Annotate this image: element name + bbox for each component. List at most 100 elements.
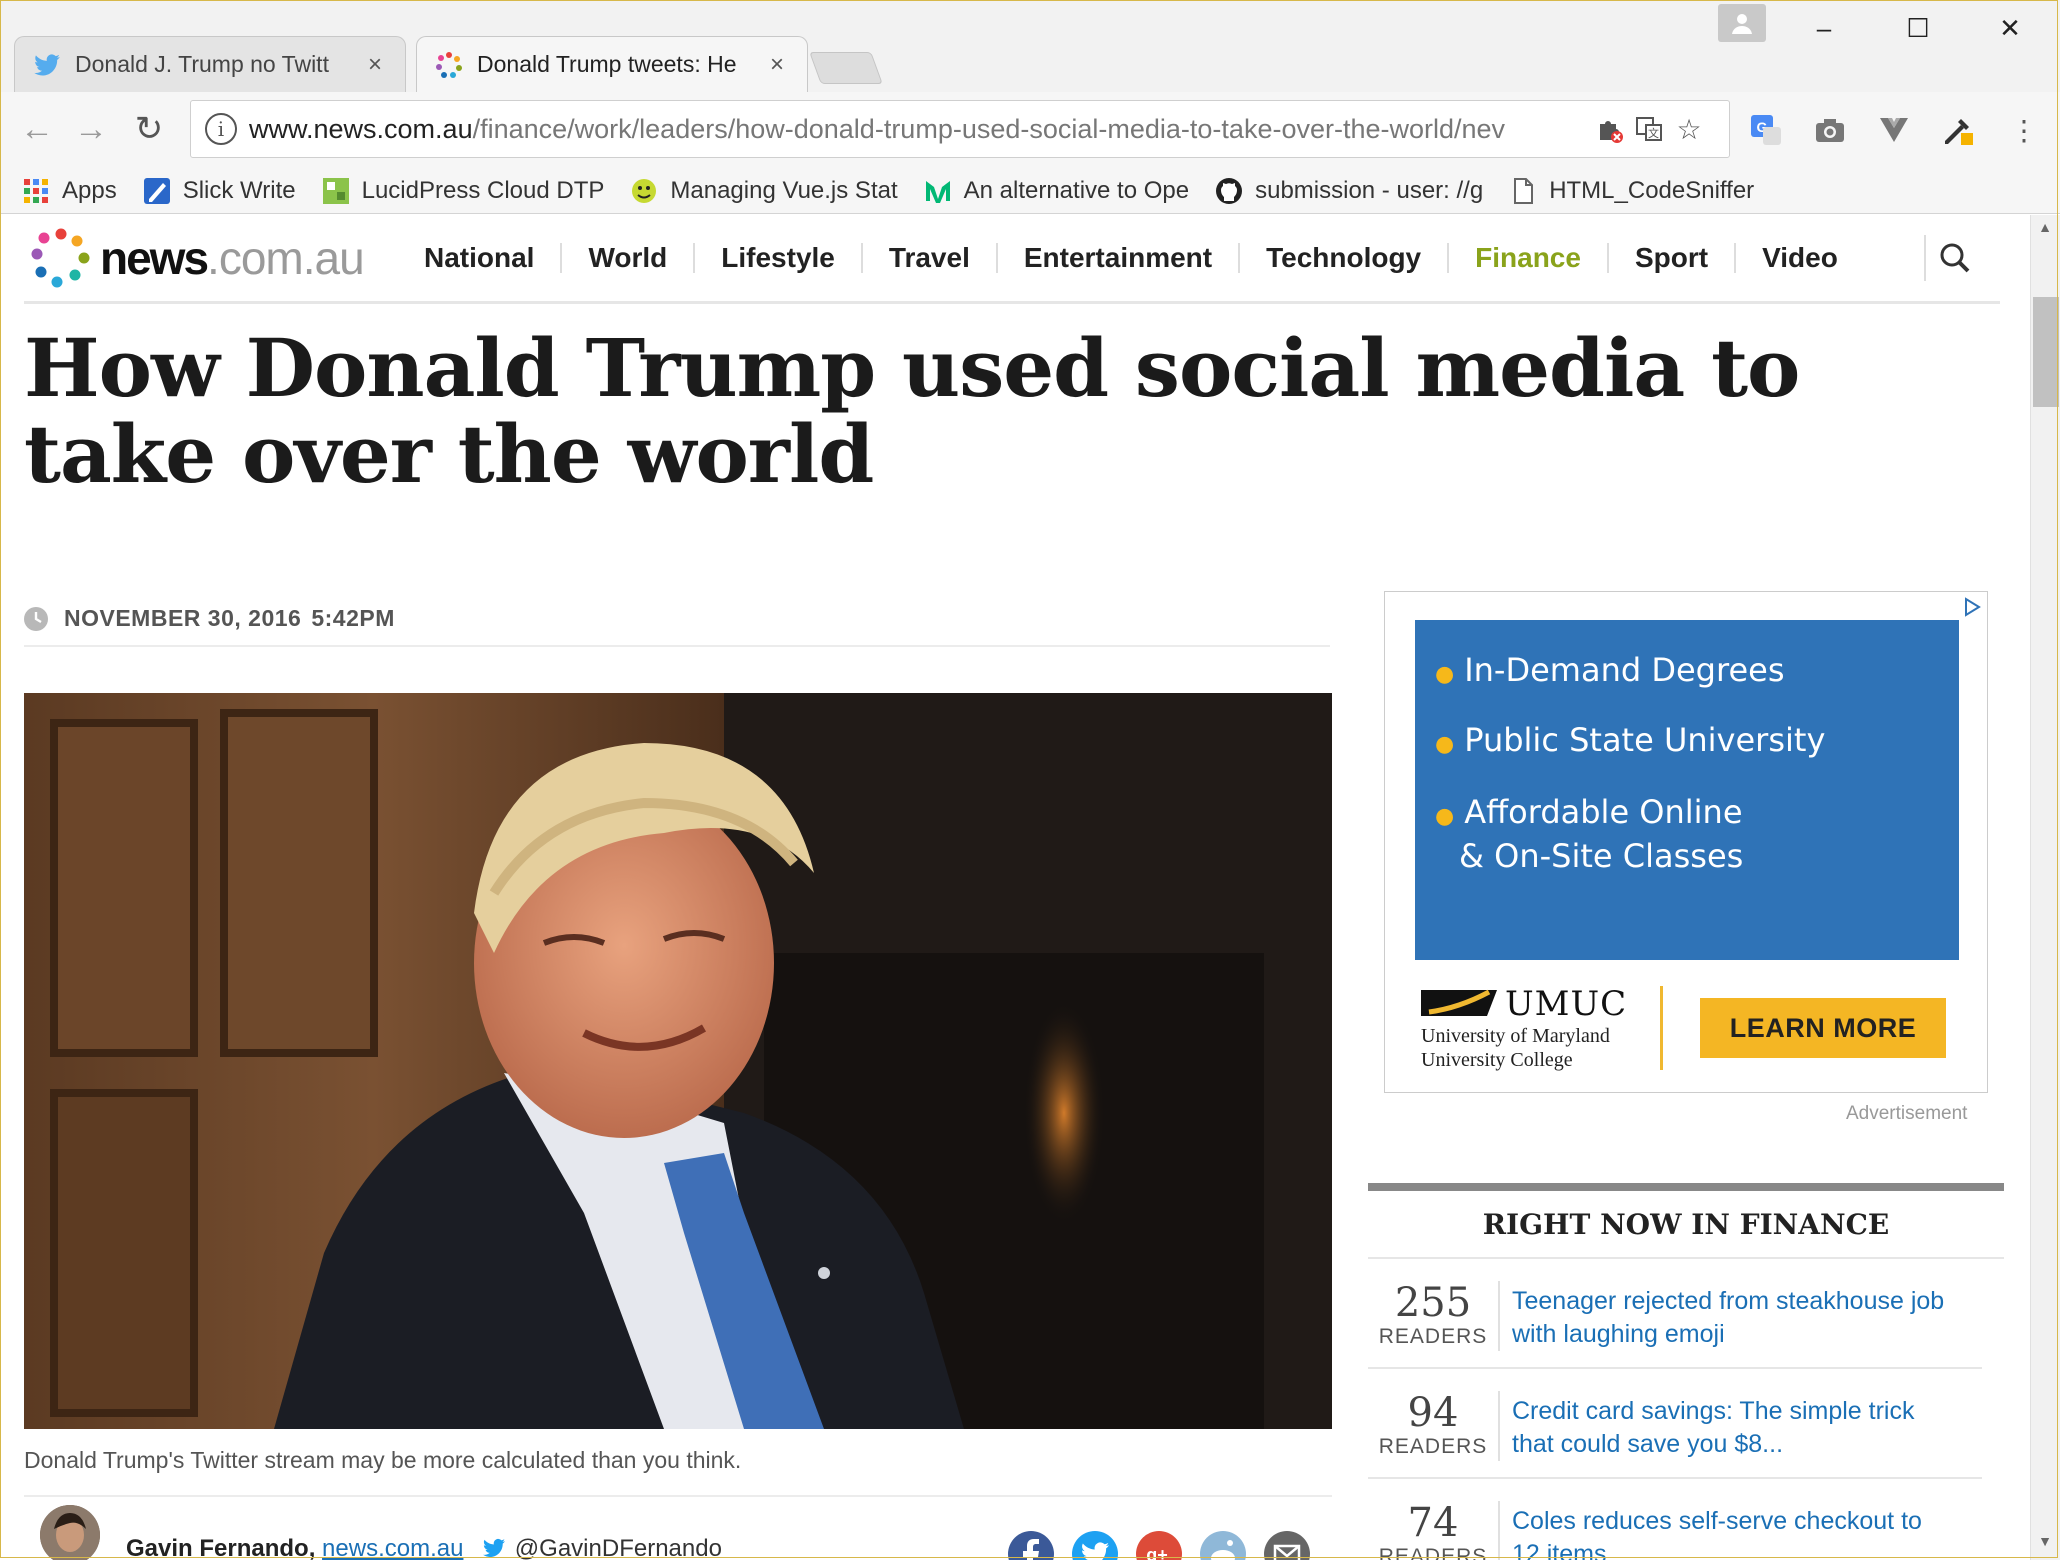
advertisement[interactable]: ● In-Demand Degrees ● Public State Univers… bbox=[1384, 591, 1988, 1093]
nav-entertainment[interactable]: Entertainment bbox=[998, 243, 1241, 273]
apps-grid-icon bbox=[24, 178, 48, 203]
bookmark-apps[interactable]: Apps bbox=[22, 177, 117, 205]
ad-panel: ● In-Demand Degrees ● Public State Univers… bbox=[1415, 620, 1959, 960]
ad-bullet: ● Affordable Online bbox=[1435, 793, 1743, 831]
reddit-share-icon[interactable] bbox=[1200, 1531, 1246, 1560]
vue-devtools-icon[interactable] bbox=[1872, 108, 1916, 152]
camera-icon[interactable] bbox=[1808, 108, 1852, 152]
bookmark-lucidpress[interactable]: LucidPress Cloud DTP bbox=[322, 177, 604, 205]
list-item[interactable]: 74 READERS Coles reduces self-serve chec… bbox=[1368, 1479, 1982, 1560]
umuc-logo: UMUC University of Maryland University Co… bbox=[1419, 984, 1639, 1074]
lucidpress-icon bbox=[322, 177, 349, 204]
story-link[interactable]: Coles reduces self-serve checkout to 12 … bbox=[1512, 1505, 1952, 1560]
nav-finance[interactable]: Finance bbox=[1449, 243, 1609, 273]
nav-sport[interactable]: Sport bbox=[1609, 243, 1737, 273]
site-search-icon[interactable] bbox=[1924, 235, 1972, 281]
googleplus-share-icon[interactable]: g+ bbox=[1136, 1531, 1182, 1560]
bookmark-star-icon[interactable]: ☆ bbox=[1669, 109, 1709, 149]
news-dots-icon bbox=[436, 51, 462, 78]
tab-trump-tweets[interactable]: Donald Trump tweets: He × bbox=[416, 36, 808, 92]
learn-more-button[interactable]: LEARN MORE bbox=[1700, 998, 1946, 1058]
bookmark-label: Managing Vue.js Stat bbox=[670, 176, 898, 204]
story-link[interactable]: Credit card savings: The simple trick th… bbox=[1512, 1395, 1952, 1461]
author-line: Gavin Fernando, news.com.au @GavinDFerna… bbox=[126, 1535, 722, 1560]
bookmark-label: Apps bbox=[62, 176, 117, 204]
logo-wordmark: news.com.au bbox=[100, 231, 365, 285]
bookmark-slick-write[interactable]: Slick Write bbox=[143, 177, 296, 205]
extension-puzzle-icon[interactable] bbox=[1589, 109, 1629, 149]
scroll-up-icon[interactable]: ▲ bbox=[2031, 219, 2059, 247]
menu-kebab-icon[interactable]: ⋮ bbox=[2002, 108, 2046, 152]
maximize-icon[interactable]: ☐ bbox=[1888, 10, 1948, 46]
news-logo-icon bbox=[31, 228, 90, 288]
google-translate-icon[interactable]: G bbox=[1744, 108, 1788, 152]
list-item[interactable]: 94 READERS Credit card savings: The simp… bbox=[1368, 1369, 1982, 1479]
row-separator bbox=[1498, 1391, 1500, 1461]
twitter-bird-icon bbox=[34, 53, 60, 75]
tab-close-icon[interactable]: × bbox=[765, 51, 789, 79]
url-text[interactable]: www.news.com.au/finance/work/leaders/how… bbox=[249, 114, 1589, 145]
nav-lifestyle[interactable]: Lifestyle bbox=[695, 243, 863, 273]
new-tab-button[interactable] bbox=[809, 52, 883, 84]
row-separator bbox=[1498, 1281, 1500, 1351]
umuc-subtitle: University of Maryland University College bbox=[1421, 1024, 1610, 1072]
article-byline: Gavin Fernando, news.com.au @GavinDFerna… bbox=[24, 1505, 1332, 1560]
tab-trump-twitter[interactable]: Donald J. Trump no Twitt × bbox=[14, 36, 406, 92]
bookmarks-bar: Apps Slick Write LucidPress Cloud DTP Ma… bbox=[0, 168, 2060, 214]
tab-title: Donald J. Trump no Twitt bbox=[75, 51, 329, 77]
back-icon[interactable]: ← bbox=[14, 106, 60, 152]
scroll-down-icon[interactable]: ▼ bbox=[2031, 1533, 2059, 1561]
logo-main: news bbox=[100, 232, 209, 284]
article-hero-image[interactable] bbox=[24, 693, 1332, 1429]
tab-close-icon[interactable]: × bbox=[363, 51, 387, 79]
nav-video[interactable]: Video bbox=[1736, 243, 1864, 273]
bookmark-vue[interactable]: Managing Vue.js Stat bbox=[630, 176, 898, 205]
profile-icon[interactable] bbox=[1718, 4, 1766, 42]
site-logo[interactable]: news.com.au bbox=[30, 227, 365, 289]
readers-label: READERS bbox=[1378, 1325, 1488, 1348]
email-share-icon[interactable] bbox=[1264, 1531, 1310, 1560]
nav-national[interactable]: National bbox=[398, 243, 563, 273]
ad-bullet-continuation: & On-Site Classes bbox=[1459, 837, 1744, 875]
scroll-thumb[interactable] bbox=[2033, 297, 2059, 407]
ad-divider bbox=[1660, 986, 1663, 1070]
nav-travel[interactable]: Travel bbox=[863, 243, 998, 273]
article-headline: How Donald Trump used social media to ta… bbox=[24, 321, 1800, 501]
tab-title: Donald Trump tweets: He bbox=[477, 51, 737, 77]
ad-bullet-text: Public State University bbox=[1464, 721, 1826, 759]
twitter-share-icon[interactable] bbox=[1072, 1531, 1118, 1560]
site-nav: news.com.au National World Lifestyle Tra… bbox=[24, 215, 2000, 304]
author-avatar[interactable] bbox=[40, 1505, 100, 1560]
bookmark-label: Slick Write bbox=[182, 176, 296, 204]
page-viewport: news.com.au National World Lifestyle Tra… bbox=[0, 215, 2030, 1560]
logo-domain: .com.au bbox=[207, 232, 365, 284]
translate-icon[interactable]: 文 bbox=[1629, 109, 1669, 149]
right-now-widget: RIGHT NOW IN FINANCE 255 READERS Teenage… bbox=[1368, 1183, 2004, 1560]
close-window-icon[interactable]: ✕ bbox=[1980, 10, 2040, 46]
author-name[interactable]: Gavin Fernando, bbox=[126, 1535, 315, 1560]
author-source[interactable]: news.com.au bbox=[322, 1535, 463, 1560]
story-link[interactable]: Teenager rejected from steakhouse job wi… bbox=[1512, 1285, 1952, 1351]
url-path: /finance/work/leaders/how-donald-trump-u… bbox=[472, 113, 1506, 144]
section-nav: National World Lifestyle Travel Entertai… bbox=[398, 215, 1864, 301]
page-scrollbar[interactable]: ▲ ▼ bbox=[2030, 215, 2060, 1560]
adchoices-icon[interactable] bbox=[1961, 596, 1983, 618]
bookmark-medium[interactable]: An alternative to Ope bbox=[924, 177, 1189, 205]
svg-text:g+: g+ bbox=[1146, 1545, 1168, 1560]
author-twitter-handle[interactable]: @GavinDFernando bbox=[515, 1535, 722, 1560]
list-item[interactable]: 255 READERS Teenager rejected from steak… bbox=[1368, 1259, 1982, 1369]
forward-icon[interactable]: → bbox=[68, 106, 114, 152]
minimize-icon[interactable]: – bbox=[1794, 10, 1854, 46]
reload-icon[interactable]: ↻ bbox=[126, 106, 172, 152]
vue-icon bbox=[632, 178, 657, 203]
nav-technology[interactable]: Technology bbox=[1240, 243, 1450, 273]
info-icon[interactable]: i bbox=[205, 113, 237, 145]
eyedropper-icon[interactable] bbox=[1936, 108, 1980, 152]
clock-icon bbox=[24, 607, 48, 631]
bookmark-html-codesniffer[interactable]: HTML_CodeSniffer bbox=[1509, 177, 1754, 205]
nav-world[interactable]: World bbox=[562, 243, 696, 273]
address-bar[interactable]: i www.news.com.au/finance/work/leaders/h… bbox=[190, 100, 1730, 158]
advertisement-label: Advertisement bbox=[1846, 1103, 1968, 1124]
bookmark-github[interactable]: submission - user: //g bbox=[1215, 177, 1483, 205]
facebook-share-icon[interactable] bbox=[1008, 1531, 1054, 1560]
